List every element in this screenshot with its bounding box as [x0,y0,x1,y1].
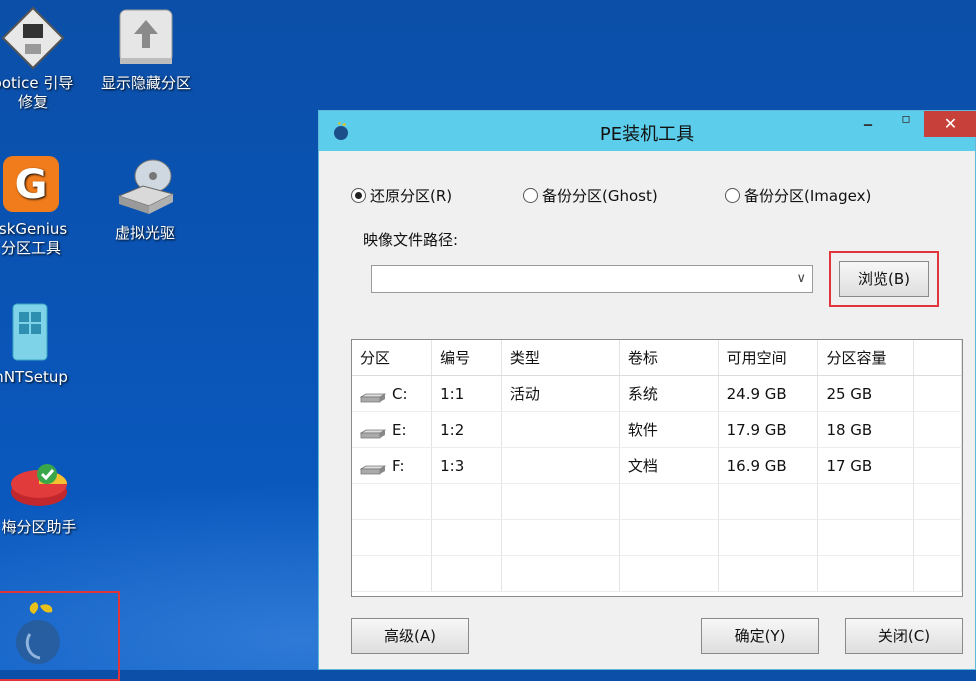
partition-label: 系统 [619,375,719,412]
mode-backup-ghost[interactable]: 备份分区(Ghost) [523,185,658,206]
desktop-icon-winntsetup[interactable]: inNTSetup [0,300,84,387]
close-button[interactable]: 关闭(C) [845,618,963,654]
partition-number: 1:3 [431,447,502,484]
partition-free: 16.9 GB [718,447,819,484]
mode-label: 备份分区(Ghost) [542,187,658,205]
partition-type: 活动 [501,375,620,412]
partition-number: 1:2 [431,411,502,448]
desktop-icon-label: 虚拟光驱 [114,224,175,242]
table-row[interactable]: C: 1:1 活动 系统 24.9 GB 25 GB [352,375,962,412]
close-window-button[interactable]: ✕ [924,111,976,137]
column-header[interactable]: 类型 [501,340,620,376]
drive-icon [359,425,387,438]
partition-table[interactable]: 分区 编号 类型 卷标 可用空间 分区容量 C: 1:1 活动 系统 24.9 … [351,339,963,597]
desktop-icon-label: iskGenius 分区工具 [0,220,68,257]
mode-restore[interactable]: 还原分区(R) [351,185,452,206]
partition-number: 1:1 [431,375,502,412]
table-row-empty [352,555,962,592]
image-path-label: 映像文件路径: [363,231,459,249]
browse-button[interactable]: 浏览(B) [839,261,929,297]
mode-backup-imagex[interactable]: 备份分区(Imagex) [725,185,871,206]
chevron-down-icon[interactable]: ∨ [796,271,806,286]
pe-install-tool-window: PE装机工具 ‒ ▫ ✕ 还原分区(R) 备份分区(Ghost) 备份分区(Im… [318,110,976,670]
partition-cell: F: [352,447,433,484]
partition-size: 18 GB [817,411,915,448]
desktop-icon-label: 梅分区助手 [1,518,77,536]
mode-label: 备份分区(Imagex) [744,187,872,205]
partition-label: 软件 [619,411,719,448]
start-orb-highlight [0,591,120,681]
radio-unchecked-icon [725,188,740,203]
desktop-icon-label: ootice 引导 修复 [0,74,74,111]
empty-cell [913,447,962,484]
drive-icon [359,461,387,474]
table-row[interactable]: E: 1:2 软件 17.9 GB 18 GB [352,411,962,448]
minimize-button[interactable]: ‒ [853,117,883,143]
desktop-icon-show-hidden-partition[interactable]: 显示隐藏分区 [90,6,202,93]
column-header[interactable]: 可用空间 [718,340,819,376]
empty-cell [913,375,962,412]
partition-grid: 分区 编号 类型 卷标 可用空间 分区容量 C: 1:1 活动 系统 24.9 … [352,340,962,592]
ok-button[interactable]: 确定(Y) [701,618,819,654]
partition-free: 17.9 GB [718,411,819,448]
table-header-row: 分区 编号 类型 卷标 可用空间 分区容量 [352,340,962,376]
table-row-empty [352,519,962,556]
partition-type [501,447,620,484]
svg-text:G: G [15,162,48,208]
table-row-empty [352,483,962,520]
table-row[interactable]: F: 1:3 文档 16.9 GB 17 GB [352,447,962,484]
optical-drive-icon [113,156,177,220]
partition-cell: E: [352,411,433,448]
floppy-icon [1,6,65,70]
partition-free: 24.9 GB [718,375,819,412]
desktop-icon-partition-assistant[interactable]: 梅分区助手 [0,450,94,537]
radio-unchecked-icon [523,188,538,203]
desktop-icon-label: inNTSetup [0,368,68,386]
column-header[interactable]: 分区 [352,340,433,376]
mode-label: 还原分区(R) [370,187,453,205]
column-header-empty [913,340,962,376]
partition-label: 文档 [619,447,719,484]
title-bar[interactable]: PE装机工具 ‒ ▫ ✕ [319,111,976,151]
partition-type [501,411,620,448]
partition-cell: C: [352,375,433,412]
partition-drive: E: [392,420,407,439]
column-header[interactable]: 卷标 [619,340,719,376]
column-header[interactable]: 分区容量 [817,340,915,376]
partition-size: 17 GB [817,447,915,484]
browse-highlight: 浏览(B) [829,251,939,307]
column-header[interactable]: 编号 [431,340,502,376]
partition-drive: F: [392,456,405,475]
desktop-icon-label: 显示隐藏分区 [100,74,191,92]
partition-assistant-icon [7,450,71,514]
desktop-icon-diskgenius[interactable]: G iskGenius 分区工具 [0,152,86,258]
maximize-button[interactable]: ▫ [891,111,921,137]
desktop-icon-bootice[interactable]: ootice 引导 修复 [0,6,88,112]
radio-checked-icon [351,188,366,203]
drive-arrow-icon [114,6,178,70]
partition-size: 25 GB [817,375,915,412]
desktop-icon-virtual-drive[interactable]: 虚拟光驱 [90,156,200,243]
partition-drive: C: [392,384,408,403]
drive-icon [359,389,387,402]
diskgenius-icon: G [0,152,63,216]
winntsetup-icon [0,300,61,364]
image-path-combobox[interactable]: ∨ [371,265,813,293]
advanced-button[interactable]: 高级(A) [351,618,469,654]
empty-cell [913,411,962,448]
